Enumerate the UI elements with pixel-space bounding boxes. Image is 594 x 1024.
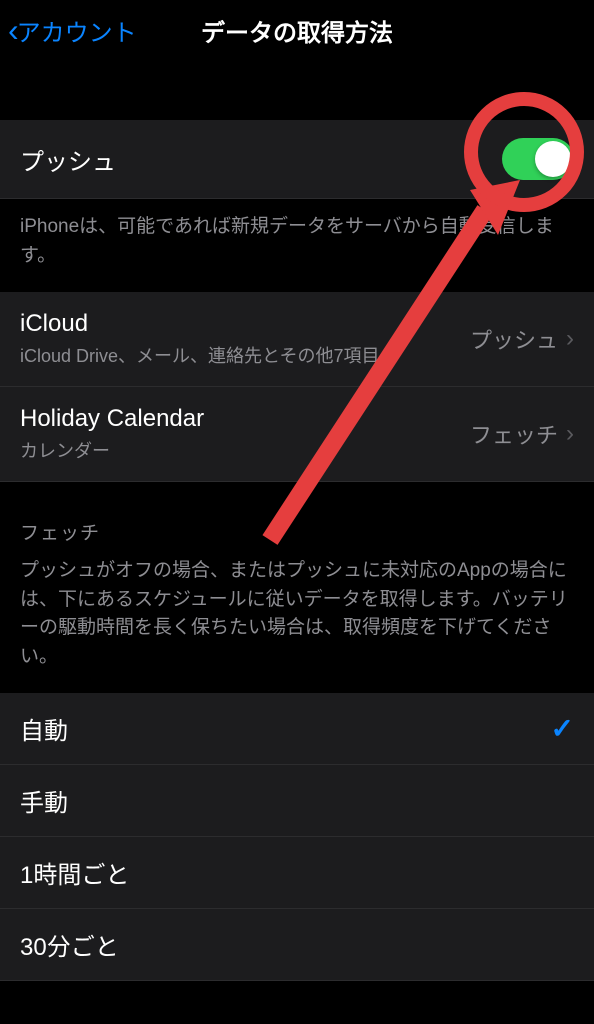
account-mode: フェッチ [470,418,558,450]
account-row-holiday[interactable]: Holiday Calendar カレンダー フェッチ › [0,387,594,482]
spacer [0,60,594,120]
fetch-option-hourly[interactable]: 1時間ごと [0,837,594,909]
back-button[interactable]: ‹ アカウント [8,12,137,49]
account-mode: プッシュ [470,323,558,355]
fetch-description: プッシュがオフの場合、またはプッシュに未対応のAppの場合には、下にあるスケジュ… [0,557,594,693]
account-info: Holiday Calendar カレンダー [20,405,470,463]
fetch-option-label: 30分ごと [20,927,119,962]
account-subtitle: iCloud Drive、メール、連絡先とその他7項目... [20,342,470,368]
page-title: データの取得方法 [201,13,393,48]
account-title: iCloud [20,310,470,338]
account-title: Holiday Calendar [20,405,470,433]
account-subtitle: カレンダー [20,437,470,463]
fetch-option-30min[interactable]: 30分ごと [0,909,594,981]
checkmark-icon: ✓ [551,712,574,745]
push-toggle[interactable] [502,138,574,180]
push-label: プッシュ [20,142,116,177]
account-mode-wrap: プッシュ › [470,323,574,355]
fetch-option-manual[interactable]: 手動 [0,765,594,837]
chevron-right-icon: › [566,420,574,448]
fetch-option-label: 1時間ごと [20,855,129,890]
fetch-header: フェッチ [0,482,594,557]
navbar: ‹ アカウント データの取得方法 [0,0,594,60]
chevron-right-icon: › [566,325,574,353]
fetch-option-auto[interactable]: 自動 ✓ [0,693,594,765]
back-label: アカウント [17,13,137,48]
fetch-option-label: 自動 [20,711,68,746]
push-toggle-row[interactable]: プッシュ [0,120,594,199]
account-info: iCloud iCloud Drive、メール、連絡先とその他7項目... [20,310,470,368]
account-row-icloud[interactable]: iCloud iCloud Drive、メール、連絡先とその他7項目... プッ… [0,292,594,387]
fetch-option-label: 手動 [20,783,68,818]
account-mode-wrap: フェッチ › [470,418,574,450]
toggle-knob [535,141,571,177]
push-description: iPhoneは、可能であれば新規データをサーバから自動受信します。 [0,199,594,292]
